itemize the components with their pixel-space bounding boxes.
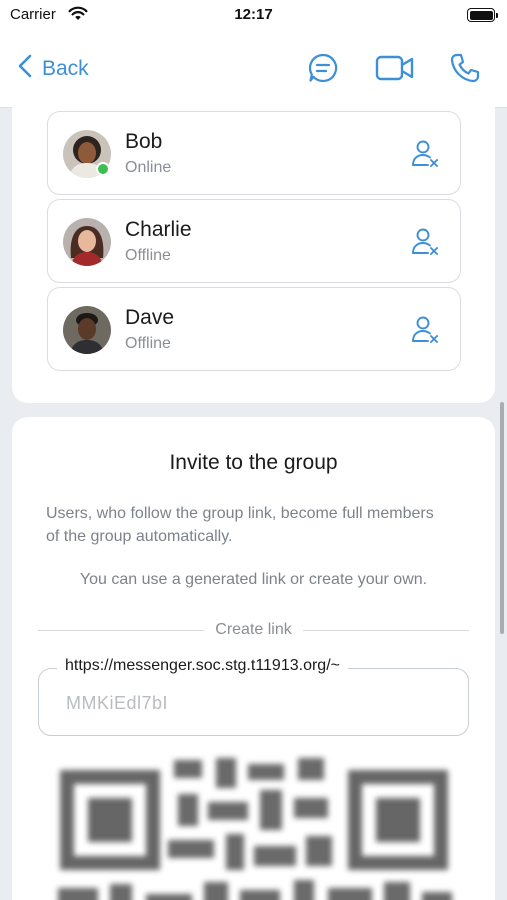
video-call-button[interactable] (374, 52, 416, 88)
invite-title: Invite to the group (169, 451, 338, 474)
member-status: Offline (125, 247, 171, 264)
link-prefix: https://messenger.soc.stg.t11913.org/~ (57, 657, 348, 675)
member-row-charlie[interactable]: Charlie Offline (47, 199, 461, 283)
back-label: Back (42, 57, 89, 80)
battery-icon (467, 8, 498, 22)
remove-member-button[interactable] (410, 226, 442, 258)
member-status: Online (125, 159, 172, 176)
user-remove-icon (410, 228, 442, 262)
chat-bubble-icon (307, 52, 339, 89)
online-status-dot (96, 162, 110, 176)
avatar (63, 306, 111, 354)
invite-hint: You can use a generated link or create y… (79, 571, 428, 588)
member-name: Bob (125, 130, 163, 153)
video-camera-icon (375, 54, 415, 87)
members-card: Bob Online Charlie Offline Dave Offline (12, 95, 495, 403)
member-status: Offline (125, 335, 171, 352)
chat-button[interactable] (305, 52, 341, 88)
create-link-button[interactable]: Create link (204, 621, 302, 639)
scrollbar[interactable] (500, 402, 504, 634)
voice-call-button[interactable] (447, 52, 483, 88)
qr-code-image (48, 754, 460, 900)
remove-member-button[interactable] (410, 314, 442, 346)
member-row-bob[interactable]: Bob Online (47, 111, 461, 195)
status-bar: Carrier 12:17 (0, 0, 507, 32)
group-link-field[interactable]: https://messenger.soc.stg.t11913.org/~ M… (38, 657, 469, 736)
remove-member-button[interactable] (410, 138, 442, 170)
create-link-divider: Create link (38, 620, 470, 640)
chevron-left-icon (18, 54, 32, 84)
invite-description: Users, who follow the group link, become… (46, 505, 434, 545)
link-value[interactable]: MMKiEdl7bI (66, 693, 168, 714)
phone-icon (449, 52, 481, 89)
member-name: Dave (125, 306, 175, 329)
member-name: Charlie (125, 218, 192, 241)
invite-card: Invite to the group Users, who follow th… (12, 417, 495, 900)
user-remove-icon (410, 316, 442, 350)
clock: 12:17 (234, 6, 273, 23)
back-button[interactable]: Back (18, 54, 89, 84)
divider (38, 629, 205, 631)
avatar (63, 218, 111, 266)
divider (302, 629, 470, 631)
user-remove-icon (410, 140, 442, 174)
member-row-dave[interactable]: Dave Offline (47, 287, 461, 371)
